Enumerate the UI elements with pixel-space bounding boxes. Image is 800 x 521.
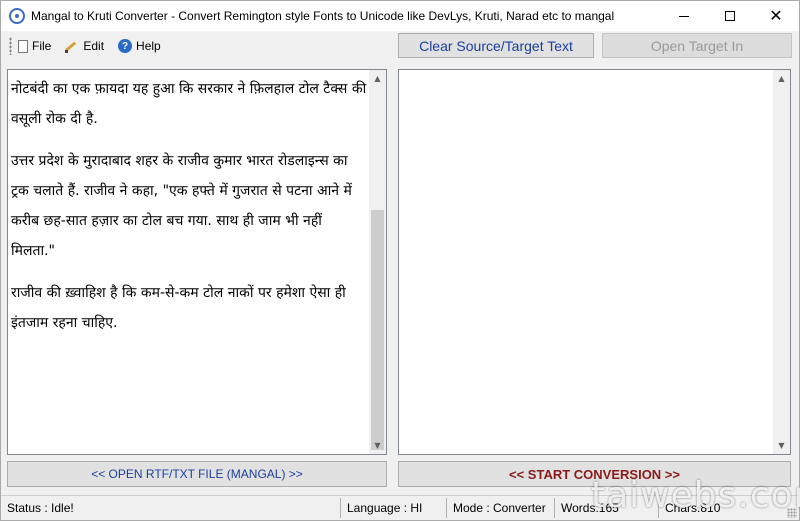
open-rtf-file-button[interactable]: << OPEN RTF/TXT FILE (MANGAL) >> <box>7 461 387 487</box>
window-title: Mangal to Kruti Converter - Convert Remi… <box>31 9 615 23</box>
source-text-area[interactable]: नोटबंदी का एक फ़ायदा यह हुआ कि सरकार ने … <box>7 69 387 455</box>
char-count: Chars:810 <box>665 501 721 515</box>
toolbar-grip-icon[interactable] <box>9 37 12 55</box>
minimize-icon <box>679 15 689 17</box>
status-bar: Status : Idle! Language : HI Mode : Conv… <box>1 495 799 520</box>
scroll-up-icon[interactable]: ▲ <box>369 70 386 87</box>
help-icon: ? <box>118 39 133 53</box>
word-count: Words:165 <box>555 498 659 518</box>
source-paragraph: उत्तर प्रदेश के मुरादाबाद शहर के राजीव क… <box>11 153 352 259</box>
scroll-up-icon[interactable]: ▲ <box>773 70 790 87</box>
source-scroll-thumb[interactable] <box>371 210 384 450</box>
source-text-content: नोटबंदी का एक फ़ायदा यह हुआ कि सरकार ने … <box>11 74 369 350</box>
menu-file[interactable]: File <box>18 39 51 53</box>
source-paragraph: राजीव की ख़्वाहिश है कि कम-से-कम टोल नाक… <box>11 285 346 331</box>
file-icon <box>18 39 28 53</box>
clear-text-button[interactable]: Clear Source/Target Text <box>398 33 594 58</box>
maximize-icon <box>725 11 735 21</box>
mode-indicator: Mode : Converter <box>447 498 555 518</box>
menu-help-label: Help <box>136 39 161 53</box>
menu-edit[interactable]: Edit <box>65 39 104 53</box>
maximize-button[interactable] <box>707 1 753 31</box>
app-window: Mangal to Kruti Converter - Convert Remi… <box>0 0 800 521</box>
open-target-button[interactable]: Open Target In <box>602 33 792 58</box>
close-button[interactable]: ✕ <box>753 1 799 31</box>
language-indicator: Language : HI <box>341 498 447 518</box>
title-bar[interactable]: Mangal to Kruti Converter - Convert Remi… <box>1 1 799 31</box>
app-icon <box>9 8 25 24</box>
menu-help[interactable]: ? Help <box>118 39 161 53</box>
status-text: Status : Idle! <box>1 498 341 518</box>
scroll-down-icon[interactable]: ▼ <box>773 437 790 454</box>
minimize-button[interactable] <box>661 1 707 31</box>
start-conversion-button[interactable]: << START CONVERSION >> <box>398 461 791 487</box>
menu-file-label: File <box>32 39 52 53</box>
target-text-area[interactable]: ▲ ▼ <box>398 69 791 455</box>
window-controls: ✕ <box>661 1 799 31</box>
edit-icon <box>65 39 79 53</box>
close-icon: ✕ <box>769 6 783 25</box>
scroll-down-icon[interactable]: ▼ <box>369 437 386 454</box>
target-scrollbar[interactable]: ▲ ▼ <box>773 70 790 454</box>
menu-edit-label: Edit <box>83 39 105 53</box>
source-scrollbar[interactable]: ▲ ▼ <box>369 70 386 454</box>
resize-grip-icon[interactable] <box>787 508 797 518</box>
source-paragraph: नोटबंदी का एक फ़ायदा यह हुआ कि सरकार ने … <box>11 81 367 127</box>
